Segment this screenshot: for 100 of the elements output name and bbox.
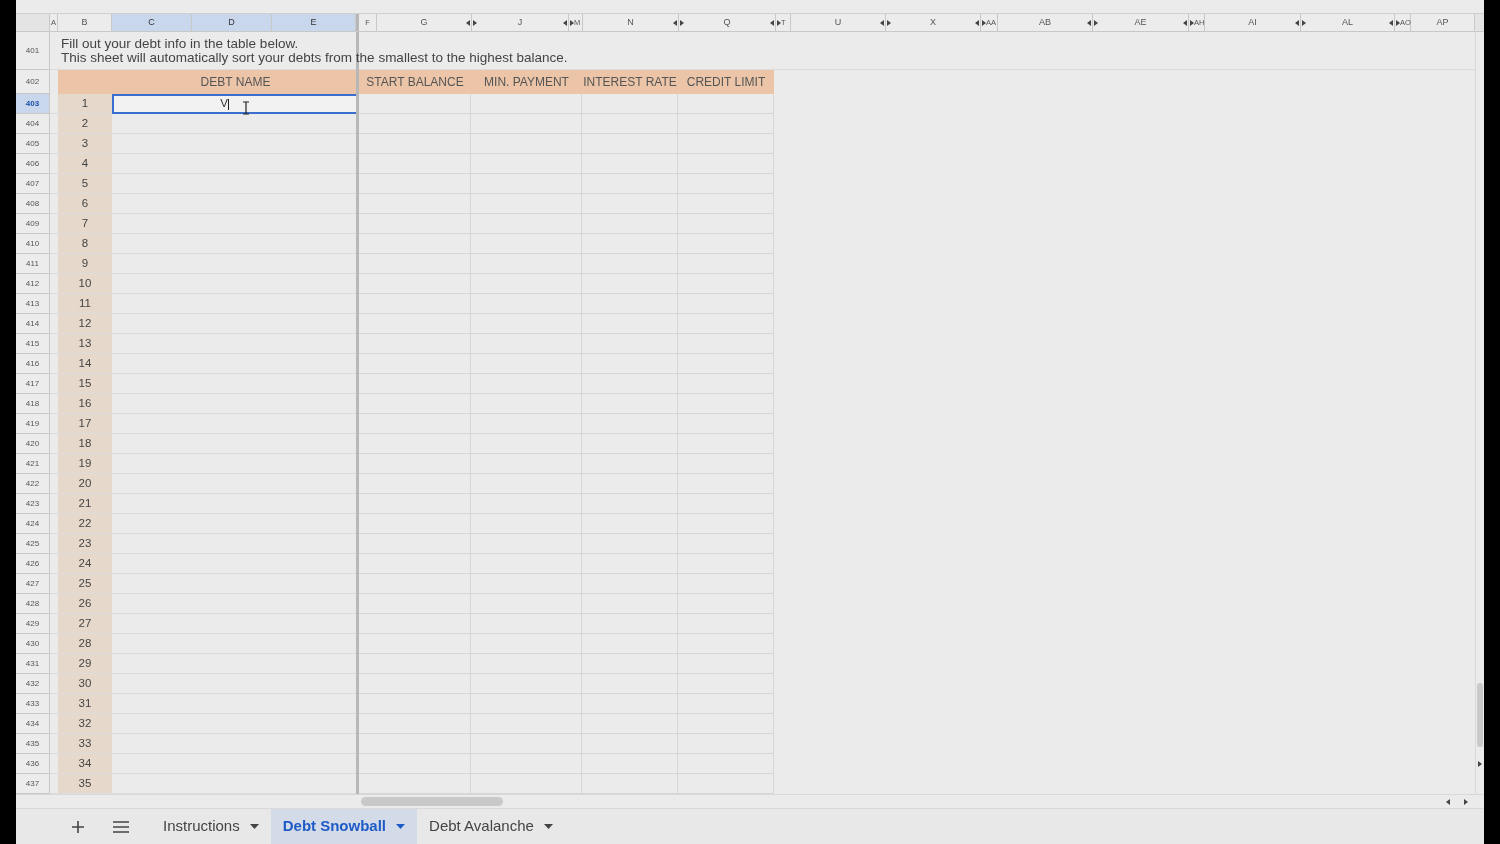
column-header[interactable]: E: [272, 14, 356, 31]
row-header[interactable]: 416: [16, 354, 50, 374]
row-header[interactable]: 428: [16, 594, 50, 614]
row-header[interactable]: 415: [16, 334, 50, 354]
row-header[interactable]: 414: [16, 314, 50, 334]
row-header[interactable]: 434: [16, 714, 50, 734]
column-header[interactable]: AE: [1093, 14, 1189, 31]
corner-cell[interactable]: [16, 14, 50, 31]
row-header[interactable]: 430: [16, 634, 50, 654]
row-header[interactable]: 429: [16, 614, 50, 634]
row-header[interactable]: 412: [16, 274, 50, 294]
row-header[interactable]: 431: [16, 654, 50, 674]
table-cell[interactable]: [359, 594, 471, 614]
column-header[interactable]: J: [472, 14, 569, 31]
table-cell[interactable]: [359, 534, 471, 554]
row-header[interactable]: 402: [16, 70, 50, 94]
row-header[interactable]: 422: [16, 474, 50, 494]
table-cell[interactable]: [359, 294, 471, 314]
table-cell[interactable]: [359, 554, 471, 574]
row-header[interactable]: 413: [16, 294, 50, 314]
scroll-left-icon[interactable]: [1446, 798, 1450, 805]
row-header[interactable]: 437: [16, 774, 50, 794]
row-header[interactable]: 407: [16, 174, 50, 194]
row-header[interactable]: 410: [16, 234, 50, 254]
table-cell[interactable]: [471, 94, 582, 114]
row-header[interactable]: 435: [16, 734, 50, 754]
table-cell[interactable]: [582, 94, 678, 114]
menu-button[interactable]: [112, 818, 130, 835]
row-number: 21: [58, 494, 112, 514]
table-cell[interactable]: [359, 214, 471, 234]
sheet-tab[interactable]: Instructions: [151, 809, 271, 844]
add-sheet-button[interactable]: [70, 818, 86, 835]
sheet-tab[interactable]: Debt Snowball: [270, 809, 418, 844]
row-header[interactable]: 421: [16, 454, 50, 474]
table-cell[interactable]: [359, 154, 471, 174]
table-cell[interactable]: [359, 174, 471, 194]
row-header[interactable]: 419: [16, 414, 50, 434]
table-cell[interactable]: [359, 514, 471, 534]
row-header[interactable]: 401: [16, 32, 50, 70]
table-cell[interactable]: [359, 454, 471, 474]
row-header[interactable]: 411: [16, 254, 50, 274]
row-header[interactable]: 420: [16, 434, 50, 454]
column-header[interactable]: D: [192, 14, 272, 31]
table-cell[interactable]: [359, 574, 471, 594]
table-cell[interactable]: [359, 774, 471, 794]
table-cell[interactable]: [359, 634, 471, 654]
row-header[interactable]: 426: [16, 554, 50, 574]
column-header[interactable]: AL: [1301, 14, 1395, 31]
table-cell[interactable]: [359, 654, 471, 674]
table-cell[interactable]: [678, 94, 774, 114]
row-number: 25: [58, 574, 112, 594]
row-number: 27: [58, 614, 112, 634]
column-header[interactable]: C: [112, 14, 192, 31]
vertical-scrollbar-thumb[interactable]: [1477, 683, 1483, 747]
table-cell[interactable]: [359, 314, 471, 334]
row-header[interactable]: 432: [16, 674, 50, 694]
table-cell[interactable]: [359, 134, 471, 154]
horizontal-scrollbar-thumb[interactable]: [361, 797, 503, 806]
table-cell[interactable]: [359, 714, 471, 734]
row-header[interactable]: 418: [16, 394, 50, 414]
row-number: 16: [58, 394, 112, 414]
row-header[interactable]: 436: [16, 754, 50, 774]
table-cell[interactable]: [359, 94, 471, 114]
table-cell[interactable]: [359, 474, 471, 494]
row-header[interactable]: 409: [16, 214, 50, 234]
row-header[interactable]: 417: [16, 374, 50, 394]
row-header[interactable]: 403: [16, 94, 50, 114]
table-cell[interactable]: [359, 434, 471, 454]
table-cell[interactable]: [359, 194, 471, 214]
table-cell[interactable]: [359, 334, 471, 354]
row-number: 35: [58, 774, 112, 794]
table-cell[interactable]: [359, 674, 471, 694]
table-cell[interactable]: [359, 754, 471, 774]
table-cell[interactable]: [359, 414, 471, 434]
row-header[interactable]: 424: [16, 514, 50, 534]
row-header[interactable]: 404: [16, 114, 50, 134]
table-cell[interactable]: [359, 274, 471, 294]
row-header[interactable]: 423: [16, 494, 50, 514]
scroll-right-icon[interactable]: [1464, 798, 1468, 805]
table-cell[interactable]: [359, 234, 471, 254]
table-cell[interactable]: [359, 114, 471, 134]
column-header[interactable]: X: [886, 14, 981, 31]
row-header[interactable]: 427: [16, 574, 50, 594]
table-cell[interactable]: [359, 254, 471, 274]
row-header[interactable]: 406: [16, 154, 50, 174]
row-header[interactable]: 425: [16, 534, 50, 554]
column-header[interactable]: Q: [679, 14, 776, 31]
row-header[interactable]: 433: [16, 694, 50, 714]
table-cell[interactable]: [359, 354, 471, 374]
sheet-tab[interactable]: Debt Avalanche: [417, 809, 565, 844]
row-header[interactable]: 405: [16, 134, 50, 154]
row-header[interactable]: 408: [16, 194, 50, 214]
table-cell[interactable]: [359, 394, 471, 414]
debt-name-cell[interactable]: V: [112, 94, 359, 114]
column-heading: DEBT NAME: [199, 74, 272, 91]
table-cell[interactable]: [359, 734, 471, 754]
table-cell[interactable]: [359, 494, 471, 514]
table-cell[interactable]: [359, 694, 471, 714]
table-cell[interactable]: [359, 374, 471, 394]
table-cell[interactable]: [359, 614, 471, 634]
